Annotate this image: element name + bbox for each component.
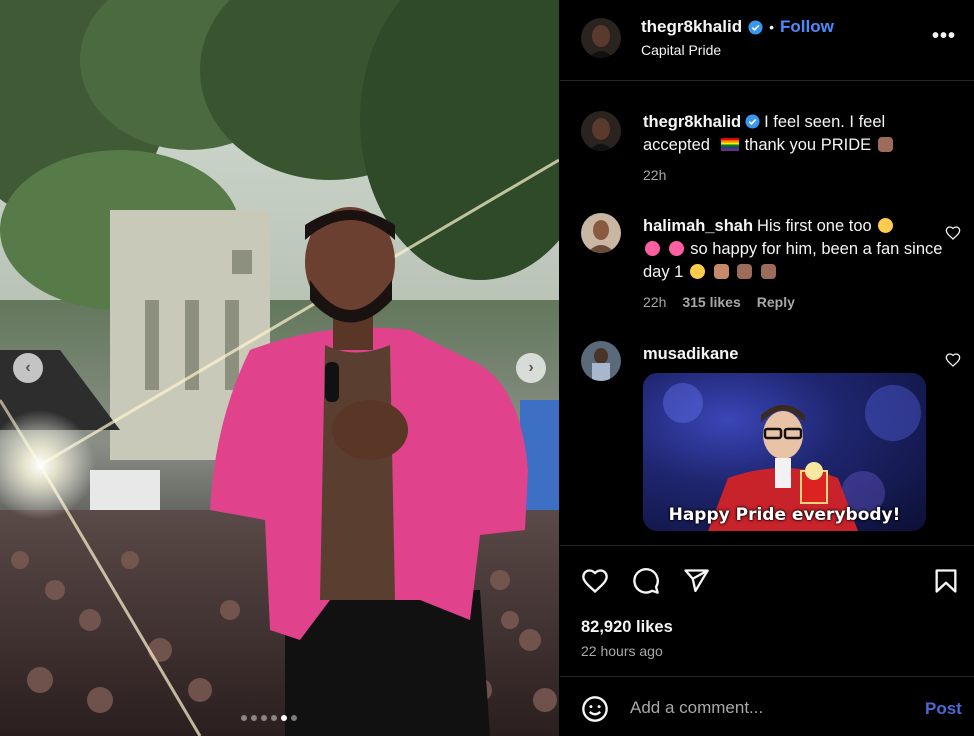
comment-item: musadikane [643, 343, 943, 366]
verified-badge-icon [745, 114, 760, 129]
comment-like-icon[interactable] [945, 352, 961, 368]
post-details-panel: thegr8khalid • Follow Capital Pride ••• … [560, 0, 974, 736]
carousel-dot [261, 715, 267, 721]
verified-badge-icon [748, 19, 763, 35]
avatar[interactable] [581, 18, 621, 58]
likes-count[interactable]: 82,920 likes [581, 618, 673, 637]
chevron-left-icon: ‹ [25, 359, 31, 376]
comment-like-icon[interactable] [945, 225, 961, 241]
comment-text: His first one too [757, 217, 872, 235]
chevron-right-icon: › [528, 359, 534, 376]
like-heart-icon[interactable] [581, 567, 609, 595]
caption-text-2: thank you PRIDE [744, 136, 872, 154]
header-username[interactable]: thegr8khalid [641, 17, 742, 37]
separator-dot: • [769, 19, 774, 35]
comment-meta: 22h 315 likes Reply [643, 294, 795, 310]
rainbow-flag-icon [720, 138, 739, 151]
carousel-dot-active [281, 715, 287, 721]
header-title-row: thegr8khalid • Follow [641, 17, 834, 37]
comment-input[interactable] [630, 696, 910, 720]
comment-text-2: so happy for him, been a fan since day 1 [643, 240, 943, 281]
heart-hands-icon [760, 264, 776, 279]
carousel-dot [291, 715, 297, 721]
post-comment-button[interactable]: Post [925, 699, 962, 719]
carousel-prev-button[interactable]: ‹ [13, 353, 43, 383]
comment-bubble-icon[interactable] [632, 567, 660, 595]
share-send-icon[interactable] [682, 567, 710, 595]
crying-face-icon [689, 264, 705, 279]
heart-hands-icon [737, 264, 753, 279]
carousel-dot [241, 715, 247, 721]
comment-gif[interactable]: Happy Pride everybody! [643, 373, 926, 531]
post-actions: 82,920 likes 22 hours ago [560, 545, 974, 675]
caption-username[interactable]: thegr8khalid [643, 113, 741, 131]
post-media[interactable]: ‹ › [0, 0, 559, 736]
comment-likes[interactable]: 315 likes [682, 294, 740, 310]
caption-meta: 22h [643, 167, 666, 183]
avatar[interactable] [581, 341, 621, 381]
clapping-hands-icon [713, 264, 729, 279]
heart-hands-icon [877, 137, 893, 152]
save-bookmark-icon[interactable] [932, 567, 960, 595]
pleading-face-icon [878, 218, 894, 233]
gif-caption: Happy Pride everybody! [668, 505, 901, 525]
two-hearts-icon [645, 241, 660, 256]
carousel-indicator [241, 715, 297, 721]
avatar[interactable] [581, 213, 621, 253]
carousel-next-button[interactable]: › [516, 353, 546, 383]
post-photo [0, 0, 559, 736]
post-location[interactable]: Capital Pride [641, 42, 721, 58]
reply-button[interactable]: Reply [757, 294, 795, 310]
post-caption: thegr8khalid I feel seen. I feel accepted… [643, 111, 943, 157]
emoji-smile-icon[interactable] [581, 695, 609, 723]
follow-button[interactable]: Follow [780, 17, 834, 37]
post-time[interactable]: 22 hours ago [581, 643, 663, 659]
caption-time[interactable]: 22h [643, 167, 666, 183]
comment-time[interactable]: 22h [643, 294, 666, 310]
two-hearts-icon [668, 241, 684, 256]
post-header: thegr8khalid • Follow Capital Pride ••• [560, 0, 974, 81]
more-options-icon[interactable]: ••• [932, 25, 956, 48]
comment-username[interactable]: musadikane [643, 345, 738, 363]
carousel-dot [271, 715, 277, 721]
comment-item: halimah_shah His first one too so happy f… [643, 215, 943, 284]
add-comment-bar: Post [560, 676, 974, 736]
comment-username[interactable]: halimah_shah [643, 217, 753, 235]
avatar[interactable] [581, 111, 621, 151]
carousel-dot [251, 715, 257, 721]
